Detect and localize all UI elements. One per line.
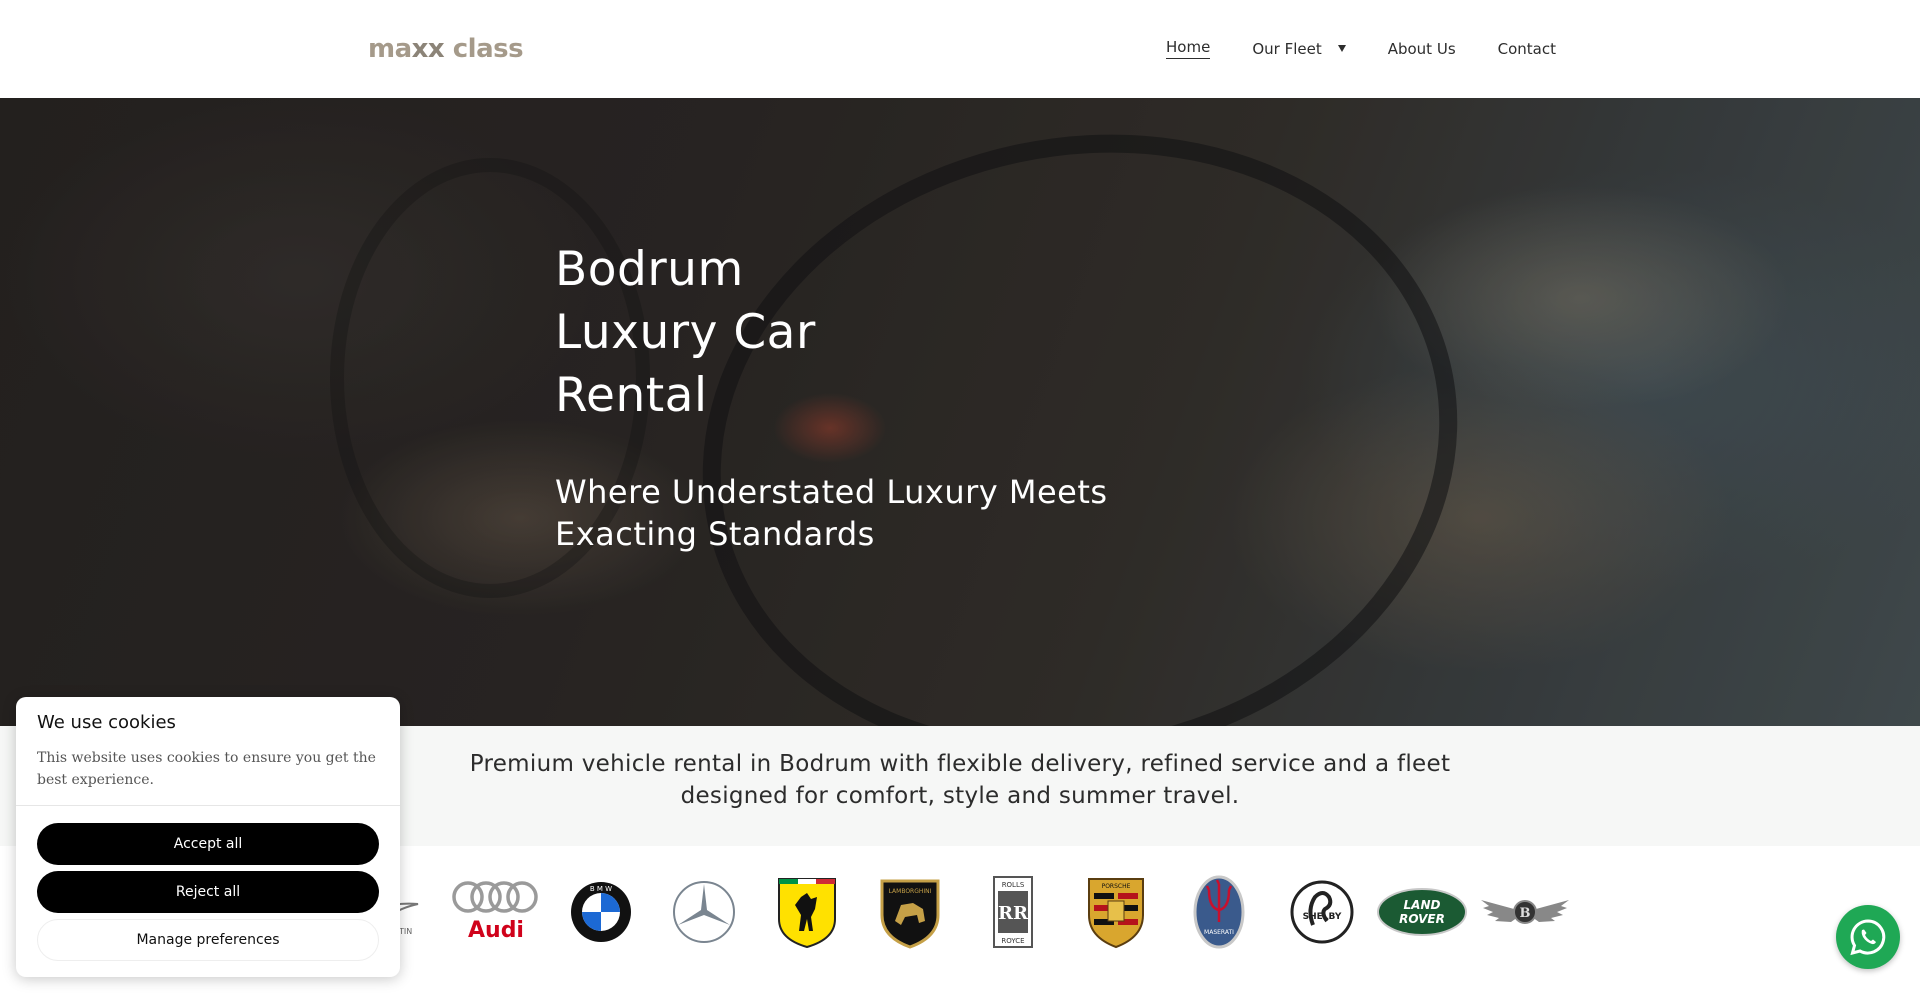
main-nav: Home Our Fleet About Us Contact [1124,38,1556,59]
porsche-logo: PORSCHE [1070,874,1162,950]
hero-title: Bodrum Luxury Car Rental [555,238,915,427]
audi-text: Audi [468,918,524,943]
shelby-logo: SHELBY [1276,874,1368,950]
accept-all-button[interactable]: Accept all [37,823,379,865]
manage-preferences-button[interactable]: Manage preferences [37,919,379,961]
nav-home[interactable]: Home [1166,38,1211,59]
rolls-royce-logo: ROLLS RR ROYCE [967,874,1059,950]
cookie-description: This website uses cookies to ensure you … [37,750,376,788]
audi-logo: Audi [450,874,542,950]
shelby-text: SHELBY [1303,912,1342,922]
hero-title-line-3: Rental [555,368,708,423]
cookie-divider [16,805,400,806]
hero-title-line-1: Bodrum [555,242,744,297]
rolls-royce-top-text: ROLLS [1002,881,1025,889]
hero-subtitle-line-2: Exacting Standards [555,515,875,553]
land-rover-logo: LAND ROVER [1376,874,1468,950]
land-rover-text-2: ROVER [1399,912,1445,926]
nav-about-us[interactable]: About Us [1388,40,1456,58]
bmw-logo: B M W [555,874,647,950]
land-rover-text-1: LAND [1404,898,1441,912]
nav-our-fleet-label: Our Fleet [1252,39,1322,58]
ferrari-logo [761,874,853,950]
reject-all-button[interactable]: Reject all [37,871,379,913]
hero-section: Bodrum Luxury Car Rental Where Understat… [0,98,1920,726]
site-logo[interactable]: maxx class [368,34,524,64]
hero-subtitle: Where Understated Luxury Meets Exacting … [555,471,1115,555]
intro-text: Premium vehicle rental in Bodrum with fl… [460,748,1460,812]
cookie-banner: We use cookies This website uses cookies… [16,697,400,977]
maserati-logo: MASERATI [1173,874,1265,950]
hero-title-line-2: Luxury Car [555,305,816,360]
logo-text-xx: xx [411,34,445,64]
bentley-logo: B [1479,874,1571,950]
porsche-text: PORSCHE [1102,883,1131,890]
lamborghini-logo: LAMBORGHINI [864,874,956,950]
logo-text-ma: ma [368,34,412,64]
rolls-royce-rr-text: RR [998,903,1029,924]
mercedes-logo [658,874,750,950]
bmw-text: B M W [590,885,612,893]
lamborghini-text: LAMBORGHINI [889,888,932,895]
intro-line-1: Premium vehicle rental in Bodrum with fl… [469,751,1451,777]
maserati-text: MASERATI [1204,929,1234,936]
hero-text: Bodrum Luxury Car Rental Where Understat… [555,238,1115,555]
nav-contact[interactable]: Contact [1498,40,1556,58]
cookie-title: We use cookies [37,712,176,733]
site-header: maxx class Home Our Fleet About Us Conta… [0,0,1920,98]
rolls-royce-bottom-text: ROYCE [1001,937,1024,945]
logo-text-class: class [444,34,524,64]
whatsapp-icon [1850,919,1886,956]
intro-line-2: designed for comfort, style and summer t… [680,783,1240,809]
whatsapp-button[interactable] [1836,905,1900,969]
caret-down-icon[interactable] [1337,45,1346,52]
nav-our-fleet[interactable]: Our Fleet [1252,39,1346,58]
bentley-text: B [1520,906,1531,921]
hero-subtitle-line-1: Where Understated Luxury Meets [555,473,1108,511]
